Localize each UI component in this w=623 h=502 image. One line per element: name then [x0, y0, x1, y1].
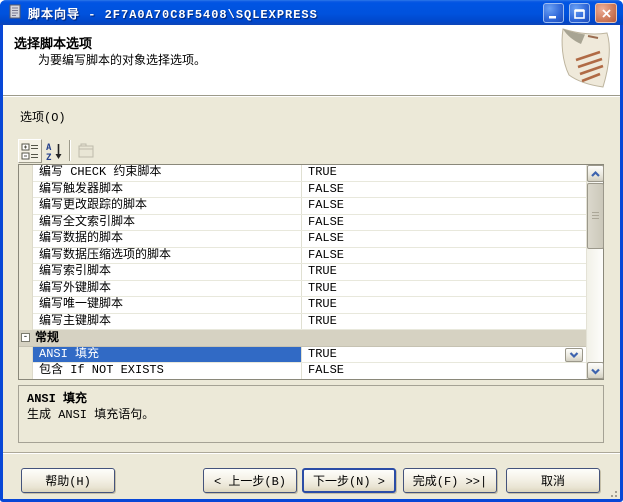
option-name[interactable]: 编写数据压缩选项的脚本 — [33, 248, 301, 264]
chevron-up-icon — [589, 168, 602, 180]
collapse-icon[interactable]: - — [21, 333, 30, 342]
grid-row-data-compression[interactable]: 编写数据压缩选项的脚本 FALSE — [19, 248, 586, 265]
option-value[interactable]: TRUE — [301, 264, 586, 280]
description-title: ANSI 填充 — [27, 389, 87, 406]
minimize-button[interactable] — [543, 3, 564, 23]
scroll-up-button[interactable] — [587, 165, 604, 182]
options-grid: 编写 CHECK 约束脚本 TRUE 编写触发器脚本 FALSE 编写更改跟踪的… — [18, 164, 604, 380]
option-value[interactable]: TRUE — [301, 281, 586, 297]
scroll-thumb[interactable] — [587, 183, 604, 249]
categorized-button[interactable] — [18, 139, 42, 163]
minimize-icon — [547, 7, 560, 20]
option-name[interactable]: ANSI 填充 — [33, 347, 301, 363]
option-name[interactable]: 编写唯一键脚本 — [33, 297, 301, 313]
svg-text:A: A — [46, 143, 52, 153]
page-title: 选择脚本选项 — [14, 33, 92, 52]
option-value-text: TRUE — [308, 347, 337, 361]
option-name[interactable]: 编写全文索引脚本 — [33, 215, 301, 231]
option-value[interactable]: TRUE — [301, 314, 586, 330]
chevron-down-icon — [568, 350, 580, 360]
window-controls — [543, 3, 617, 23]
help-button[interactable]: 帮助(H) — [21, 468, 115, 493]
option-name[interactable]: 编写数据的脚本 — [33, 231, 301, 247]
grid-row-triggers[interactable]: 编写触发器脚本 FALSE — [19, 182, 586, 199]
options-label: 选项(O) — [20, 108, 66, 125]
categorized-icon — [20, 141, 40, 161]
grid-row-indexes[interactable]: 编写索引脚本 TRUE — [19, 264, 586, 281]
window-title: 脚本向导 - 2F7A0A70C8F5408\SQLEXPRESS — [28, 5, 318, 22]
grid-scrollbar[interactable] — [586, 165, 603, 379]
grid-row-include-if-not-exists[interactable]: 包含 If NOT EXISTS FALSE — [19, 363, 586, 379]
option-name[interactable]: 编写更改跟踪的脚本 — [33, 198, 301, 214]
grid-row-ansi-padding[interactable]: ANSI 填充 TRUE — [19, 347, 586, 364]
option-name[interactable]: 编写外键脚本 — [33, 281, 301, 297]
option-value[interactable]: FALSE — [301, 215, 586, 231]
scroll-down-button[interactable] — [587, 362, 604, 379]
option-name[interactable]: 编写主键脚本 — [33, 314, 301, 330]
option-value[interactable]: TRUE — [301, 297, 586, 313]
titlebar[interactable]: 脚本向导 - 2F7A0A70C8F5408\SQLEXPRESS — [0, 0, 623, 25]
finish-button[interactable]: 完成(F) >>| — [403, 468, 497, 493]
cancel-button[interactable]: 取消 — [506, 468, 600, 493]
maximize-icon — [573, 7, 586, 20]
option-value[interactable]: FALSE — [301, 363, 586, 379]
grid-toolbar: A Z — [18, 138, 98, 163]
option-value[interactable]: TRUE — [301, 165, 586, 181]
script-scroll-image — [548, 27, 615, 93]
option-value[interactable]: FALSE — [301, 182, 586, 198]
description-panel: ANSI 填充 生成 ANSI 填充语句。 — [18, 385, 604, 443]
grid-row-unique-keys[interactable]: 编写唯一键脚本 TRUE — [19, 297, 586, 314]
option-name[interactable]: 编写 CHECK 约束脚本 — [33, 165, 301, 181]
grid-row-fulltext-indexes[interactable]: 编写全文索引脚本 FALSE — [19, 215, 586, 232]
maximize-button[interactable] — [569, 3, 590, 23]
toolbar-separator — [69, 140, 71, 161]
az-sort-icon: A Z — [44, 141, 64, 161]
grid-row-primary-keys[interactable]: 编写主键脚本 TRUE — [19, 314, 586, 331]
wizard-header: 选择脚本选项 为要编写脚本的对象选择选项。 — [3, 25, 620, 96]
option-name[interactable]: 包含 If NOT EXISTS — [33, 363, 301, 379]
back-button[interactable]: < 上一步(B) — [203, 468, 297, 493]
option-value[interactable]: FALSE — [301, 248, 586, 264]
option-value[interactable]: FALSE — [301, 231, 586, 247]
grid-row-foreign-keys[interactable]: 编写外键脚本 TRUE — [19, 281, 586, 298]
property-pages-icon — [76, 141, 96, 161]
grid-margin-strip — [19, 165, 33, 379]
option-value[interactable]: FALSE — [301, 198, 586, 214]
svg-text:Z: Z — [46, 153, 52, 161]
next-button[interactable]: 下一步(N) > — [302, 468, 396, 493]
page-subtitle: 为要编写脚本的对象选择选项。 — [38, 51, 206, 68]
description-text: 生成 ANSI 填充语句。 — [27, 405, 154, 422]
footer-separator — [3, 452, 620, 454]
property-pages-button — [74, 139, 98, 163]
grid-row-check-constraints[interactable]: 编写 CHECK 约束脚本 TRUE — [19, 165, 586, 182]
resize-grip[interactable] — [610, 490, 618, 498]
option-name[interactable]: 编写索引脚本 — [33, 264, 301, 280]
app-icon — [7, 4, 23, 20]
category-name: 常规 — [35, 330, 59, 346]
grid-category-general[interactable]: - 常规 — [19, 330, 586, 347]
grid-row-change-tracking[interactable]: 编写更改跟踪的脚本 FALSE — [19, 198, 586, 215]
close-button[interactable] — [595, 3, 617, 23]
option-value[interactable]: TRUE — [301, 347, 586, 363]
close-icon — [600, 7, 613, 20]
alphabetical-sort-button[interactable]: A Z — [42, 139, 66, 163]
grid-row-script-data[interactable]: 编写数据的脚本 FALSE — [19, 231, 586, 248]
wizard-window: 脚本向导 - 2F7A0A70C8F5408\SQLEXPRESS 选择脚本选项… — [0, 0, 623, 502]
chevron-down-icon — [589, 365, 602, 377]
option-name[interactable]: 编写触发器脚本 — [33, 182, 301, 198]
value-dropdown-button[interactable] — [565, 348, 583, 362]
grid-rows: 编写 CHECK 约束脚本 TRUE 编写触发器脚本 FALSE 编写更改跟踪的… — [19, 165, 586, 379]
